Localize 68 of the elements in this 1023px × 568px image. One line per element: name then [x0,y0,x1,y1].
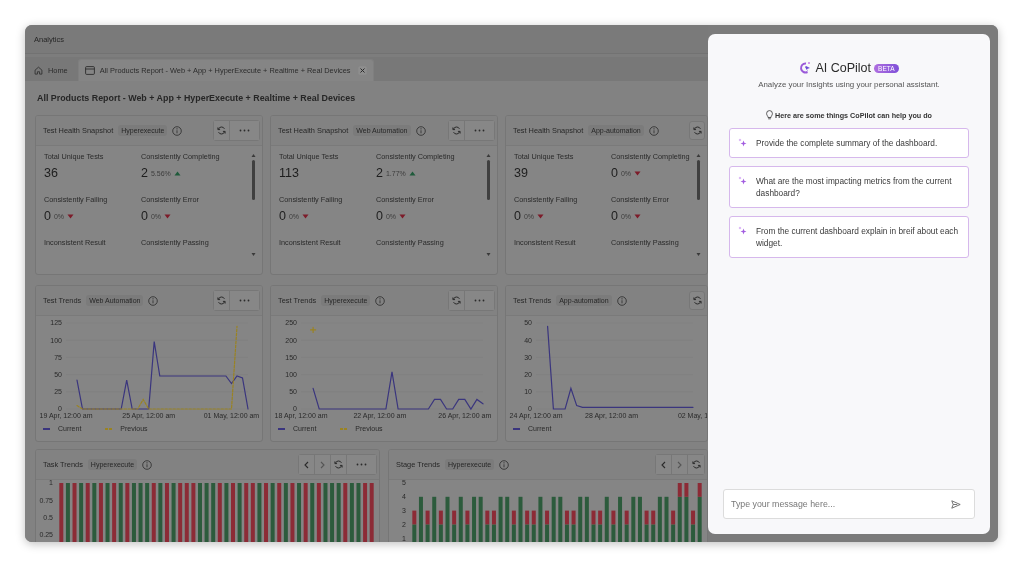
copilot-logo-icon [799,61,813,75]
more-button[interactable] [465,121,494,140]
metric-value: 36 [44,166,58,180]
legend-swatch [278,427,285,430]
scrollbar[interactable] [696,154,701,256]
refresh-icon [217,126,226,135]
legend-swatch [513,427,520,430]
scrollbar[interactable] [251,154,256,256]
refresh-icon [692,296,702,305]
metric-value: 2 [141,166,148,180]
metric-value: 2 [376,166,383,180]
metric-value: 39 [514,166,528,180]
refresh-button[interactable] [689,121,705,140]
panel-title: AI CoPilot [815,61,872,75]
refresh-icon [691,460,701,469]
refresh-button[interactable] [449,291,465,310]
metric-value: 0 [279,209,286,223]
close-icon[interactable] [357,66,367,75]
legend-swatch [340,427,348,430]
info-icon[interactable] [172,125,183,136]
metric-value: 113 [279,166,299,180]
chevron-left-icon [661,460,666,469]
refresh-button[interactable] [331,455,347,474]
metric-value: 0 [376,209,383,223]
refresh-icon [452,296,461,305]
refresh-icon [692,126,702,135]
refresh-icon [217,296,226,305]
info-icon[interactable] [415,125,426,136]
scrollbar[interactable] [486,154,491,256]
suggestion-button[interactable]: Provide the complete summary of the dashboard. [729,128,969,158]
metric-value: 0 [44,209,51,223]
chevron-right-icon [320,460,325,469]
message-input[interactable]: Type your message here... [723,489,975,519]
more-button[interactable] [230,121,259,140]
home-icon [34,66,43,75]
more-button[interactable] [465,291,494,310]
refresh-icon [334,460,343,469]
chevron-right-icon [677,460,682,469]
more-button[interactable] [347,455,376,474]
report-title: All Products Report - Web + App + HyperExecute + Realtime + Real Devices [36,92,357,105]
suggestion-button[interactable]: What are the most impacting metrics from the current dashboard? [729,165,969,208]
suggestion-button[interactable]: From the current dashboard explain in breif about each widget. [729,215,969,258]
refresh-button[interactable] [214,121,230,140]
more-button[interactable] [230,291,259,310]
refresh-button[interactable] [688,455,704,474]
send-icon[interactable] [951,500,961,509]
info-icon[interactable] [148,295,159,306]
refresh-icon [452,126,461,135]
previous-button[interactable] [656,455,672,474]
legend-swatch [105,427,113,430]
metric-value: 0 [141,209,148,223]
metric-value: 0 [611,209,618,223]
refresh-button[interactable] [449,121,465,140]
info-icon[interactable] [499,459,510,470]
lightbulb-icon [766,110,773,120]
info-icon[interactable] [648,125,659,136]
chevron-left-icon [304,460,309,469]
previous-button[interactable] [299,455,315,474]
metric-value: 0 [514,209,521,223]
refresh-button[interactable] [689,291,705,310]
info-icon[interactable] [616,295,627,306]
metric-value: 0 [611,166,618,180]
window-icon [84,66,95,75]
legend-swatch [43,427,50,430]
refresh-button[interactable] [214,291,230,310]
sparkle-icon [738,138,747,147]
info-icon[interactable] [375,295,386,306]
info-icon[interactable] [142,459,153,470]
